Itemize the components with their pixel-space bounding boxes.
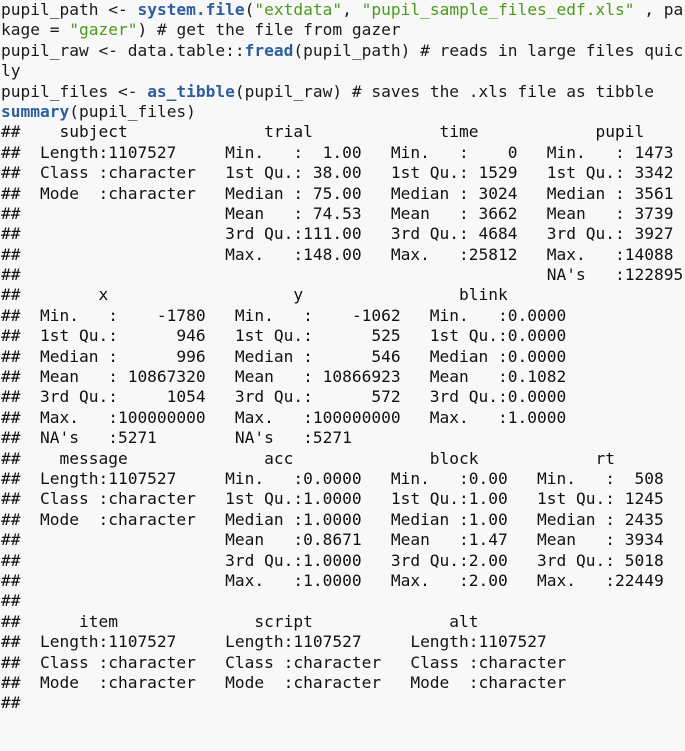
output-line: ## Median : 996 Median : 546 Median :0.0… — [1, 346, 586, 366]
output-line: ## 1st Qu.: 946 1st Qu.: 525 1st Qu.:0.0… — [1, 326, 586, 346]
code-token: , pac — [644, 0, 685, 19]
output-line: ## Class :character 1st Qu.: 38.00 1st Q… — [1, 163, 685, 183]
output-line: ## Class :character 1st Qu.:1.0000 1st Q… — [1, 489, 684, 509]
code-line: kage = "gazer") # get the file from gaze… — [1, 20, 685, 40]
string-token: "gazer" — [69, 20, 138, 40]
output-line: ## Mean : 10867320 Mean : 10866923 Mean … — [1, 367, 586, 387]
code-line: ly — [1, 61, 685, 81]
function-token: as_tibble — [147, 81, 235, 101]
output-line: ## NA's :122895 — [1, 265, 685, 285]
function-token: fread — [244, 40, 294, 60]
code-token: ly — [1, 61, 21, 81]
code-line: pupil_raw <- data.table::fread(pupil_pat… — [1, 41, 685, 61]
output-line: ## x y blink — [1, 285, 576, 305]
r-console-document: pupil_path <- system.file("extdata", "pu… — [0, 0, 685, 714]
output-line: ## — [1, 591, 684, 611]
output-line: ## Max. :100000000 Max. :100000000 Max. … — [1, 407, 586, 427]
string-token: "extdata" — [254, 0, 343, 19]
output-line: ## Mean :0.8671 Mean :1.47 Mean : 3934 — [1, 530, 684, 550]
output-line: ## subject trial time pupil — [1, 122, 685, 142]
summary-output: ## subject trial time pupil ## Length:11… — [0, 122, 685, 713]
code-token: (pupil_path) # reads in large files quic… — [293, 40, 685, 60]
code-token: pupil_path <- — [1, 0, 138, 19]
output-line: ## Length:1107527 Min. : 1.00 Min. : 0 M… — [1, 142, 685, 162]
code-line: pupil_path <- system.file("extdata", "pu… — [1, 0, 685, 20]
output-line: ## Mode :character Mode :character Mode … — [1, 672, 586, 692]
output-line: ## Length:1107527 Min. :0.0000 Min. :0.0… — [1, 468, 684, 488]
code-token: kage = — [1, 20, 70, 40]
output-line: ## Max. :148.00 Max. :25812 Max. :14088 — [1, 244, 685, 264]
code-token: ( — [244, 0, 255, 19]
code-token: pupil_files <- — [1, 81, 148, 101]
code-line: pupil_files <- as_tibble(pupil_raw) # sa… — [1, 82, 685, 102]
output-line: ## Min. : -1780 Min. : -1062 Min. :0.000… — [1, 305, 586, 325]
output-line: ## 3rd Qu.:111.00 3rd Qu.: 4684 3rd Qu.:… — [1, 224, 685, 244]
code-line: summary(pupil_files) — [1, 102, 685, 122]
string-token: "pupil_sample_files_edf.xls" — [361, 0, 635, 19]
output-line: ## Mean : 74.53 Mean : 3662 Mean : 3739 — [1, 203, 685, 223]
output-line: ## item script alt — [1, 611, 586, 631]
code-token: , — [342, 0, 362, 19]
code-token: ) # get the file from gazer — [137, 20, 401, 40]
output-line: ## Class :character Class :character Cla… — [1, 652, 586, 672]
output-line: ## Mode :character Median :1.0000 Median… — [1, 509, 684, 529]
output-line: ## 3rd Qu.: 1054 3rd Qu.: 572 3rd Qu.:0.… — [1, 387, 586, 407]
output-line: ## Length:1107527 Length:1107527 Length:… — [1, 632, 586, 652]
output-line: ## Mode :character Median : 75.00 Median… — [1, 183, 685, 203]
output-line: ## 3rd Qu.:1.0000 3rd Qu.:2.00 3rd Qu.: … — [1, 550, 684, 570]
code-token: (pupil_raw) # saves the .xls file as tib… — [234, 81, 654, 101]
code-chunk: pupil_path <- system.file("extdata", "pu… — [0, 0, 685, 122]
output-line: ## — [1, 693, 31, 713]
code-token: (pupil_files) — [69, 101, 196, 121]
output-line: ## message acc block rt — [1, 448, 684, 468]
function-token: summary — [1, 101, 70, 121]
function-token: system.file — [137, 0, 245, 19]
output-line: ## Max. :1.0000 Max. :2.00 Max. :22449 — [1, 570, 684, 590]
output-line: ## NA's :5271 NA's :5271 — [1, 428, 586, 448]
code-token: pupil_raw <- data.table:: — [1, 40, 245, 60]
